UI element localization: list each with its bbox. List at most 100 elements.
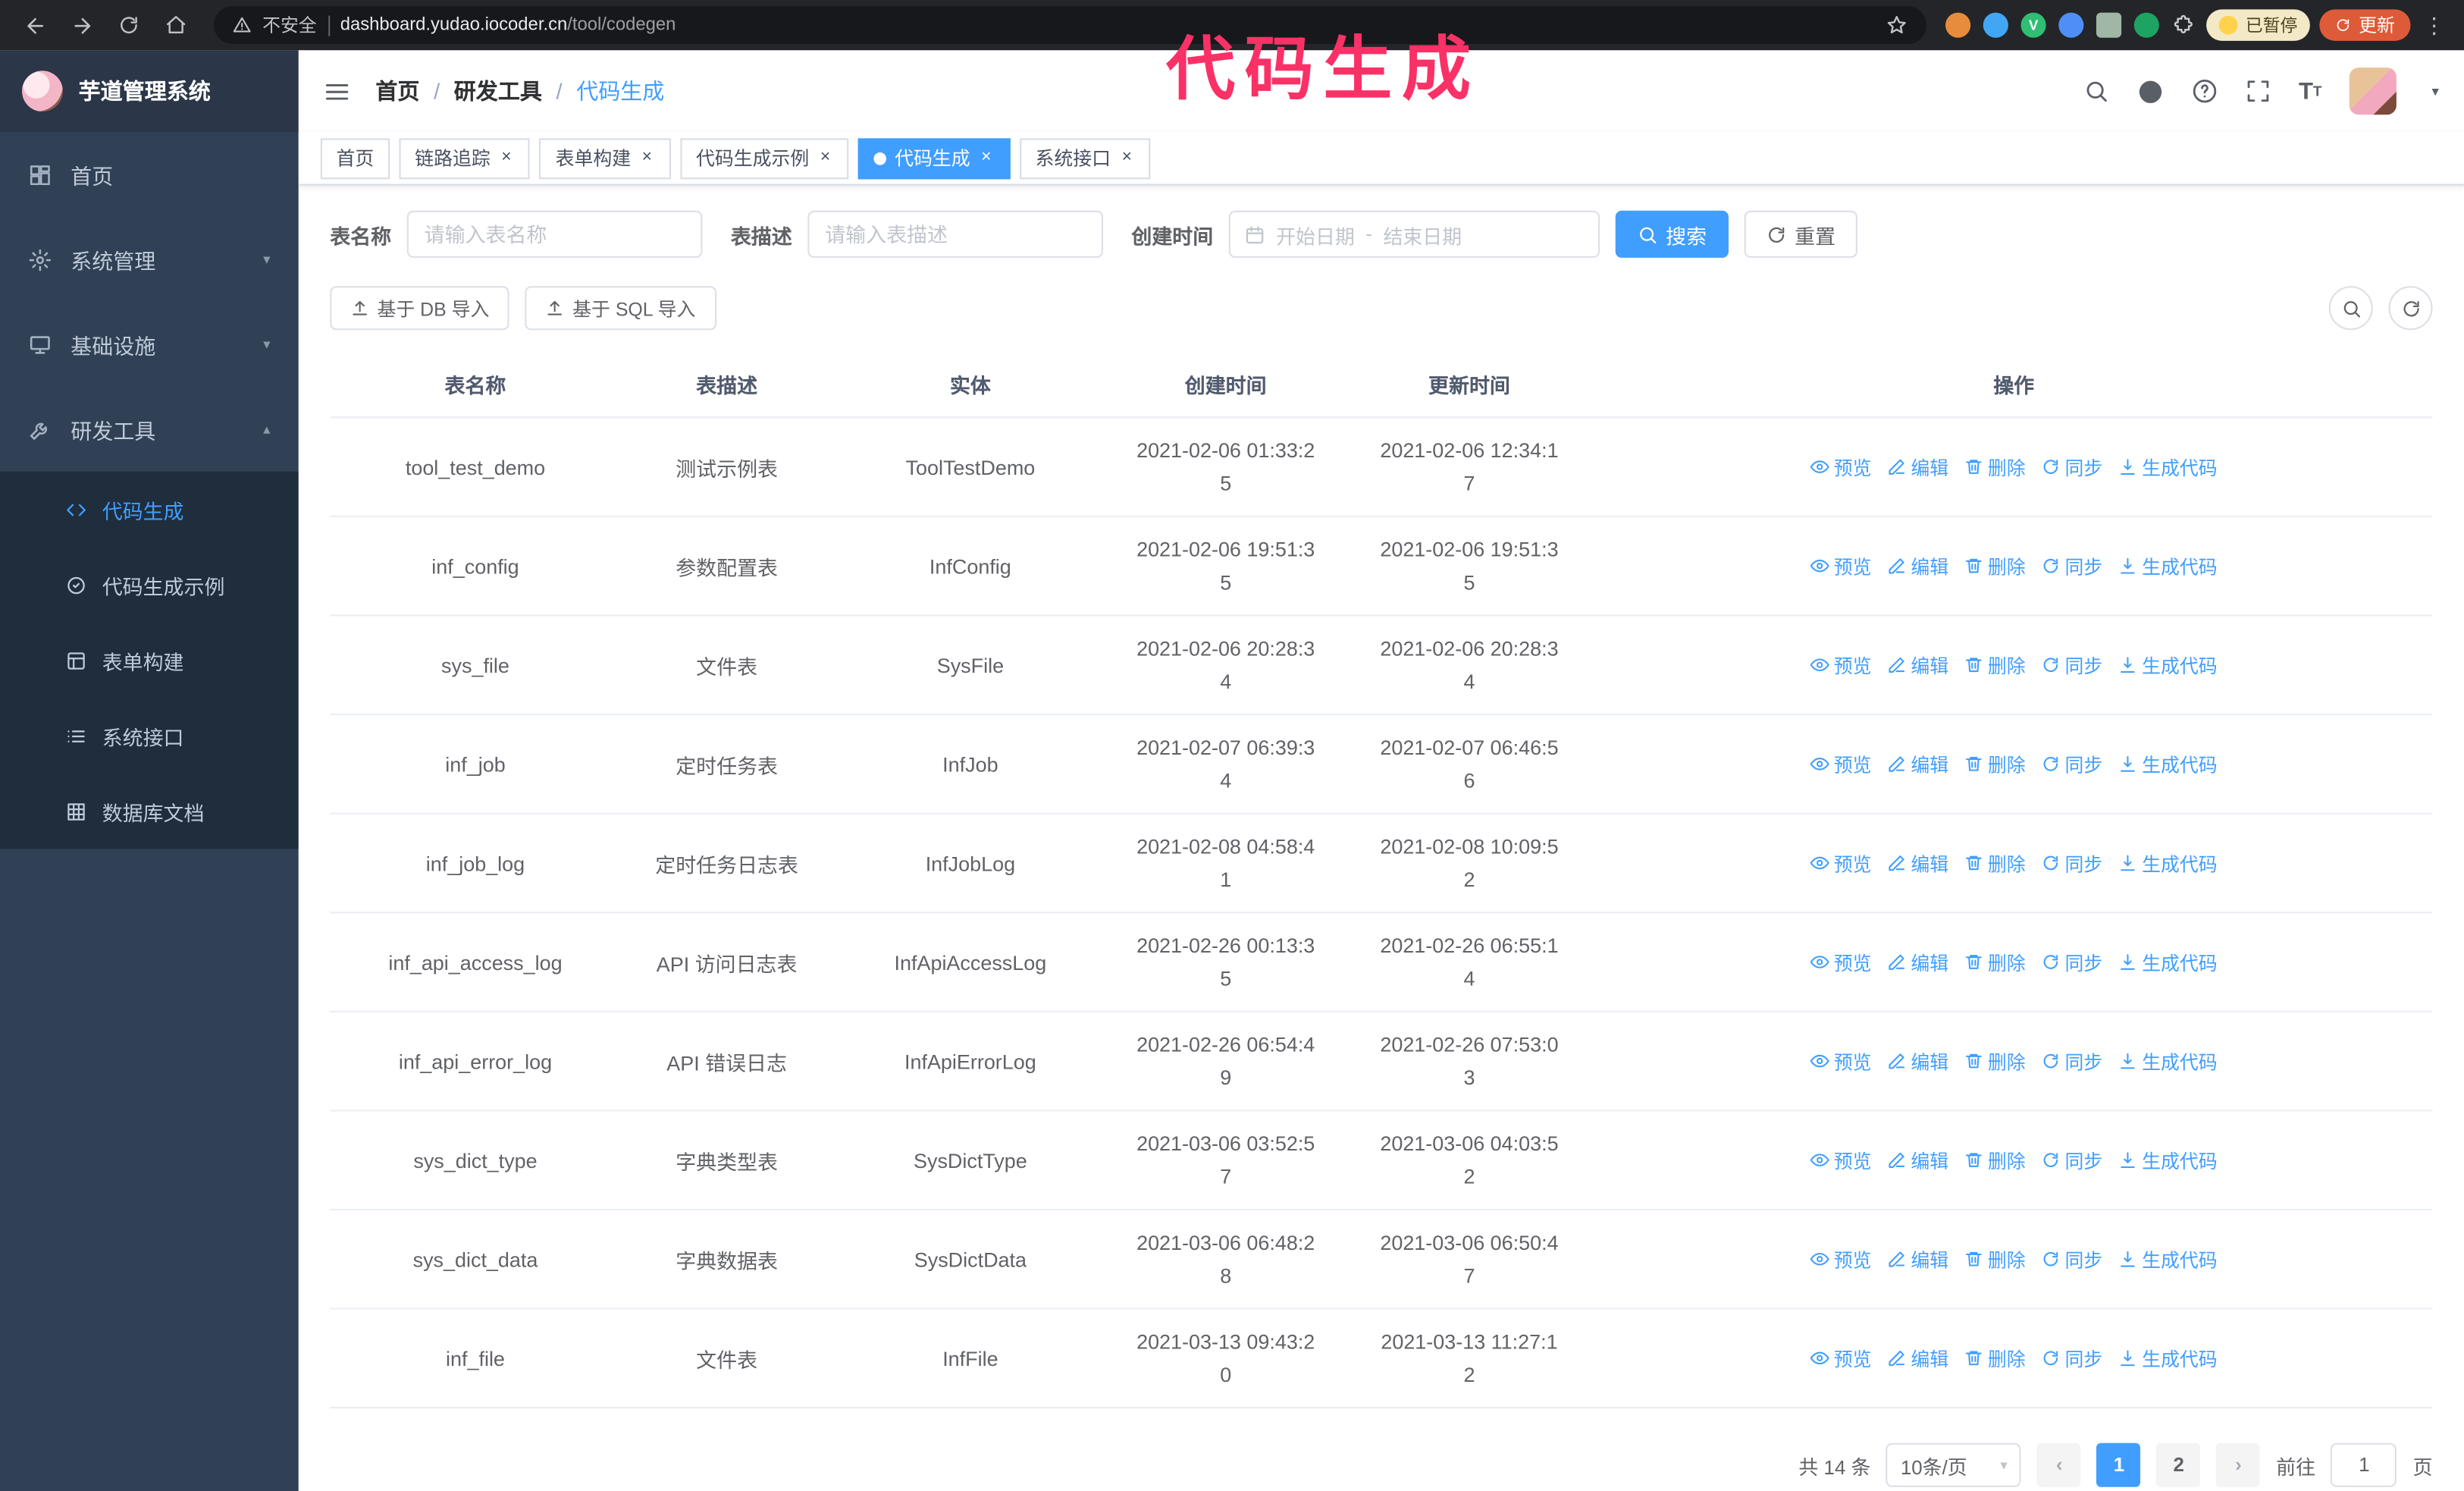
extension-icon-1[interactable] [1945,12,1971,38]
extension-icon-6[interactable] [2133,12,2159,38]
table-name-input[interactable] [406,210,703,258]
edit-link[interactable]: 编辑 [1887,454,1948,480]
header-search-icon[interactable] [2083,79,2108,104]
page-button-2[interactable]: 2 [2156,1442,2201,1487]
delete-link[interactable]: 删除 [1964,553,2026,579]
delete-link[interactable]: 删除 [1964,1345,2026,1371]
sync-link[interactable]: 同步 [2041,553,2102,579]
avatar-caret-icon[interactable]: ▾ [2431,83,2438,100]
sync-link[interactable]: 同步 [2041,1147,2102,1173]
generate-code-link[interactable]: 生成代码 [2118,949,2218,975]
sync-link[interactable]: 同步 [2041,1047,2102,1074]
extension-icon-3[interactable]: V [2020,12,2046,38]
tab-tracing[interactable]: 链路追踪 × [399,137,531,179]
preview-link[interactable]: 预览 [1810,1147,1872,1173]
sync-link[interactable]: 同步 [2041,651,2102,678]
tab-codegen-example[interactable]: 代码生成示例 × [680,137,850,179]
search-button[interactable]: 搜索 [1615,210,1729,258]
generate-code-link[interactable]: 生成代码 [2118,1147,2218,1173]
edit-link[interactable]: 编辑 [1887,1047,1948,1074]
sync-link[interactable]: 同步 [2041,849,2102,876]
edit-link[interactable]: 编辑 [1887,1147,1948,1173]
generate-code-link[interactable]: 生成代码 [2118,1345,2218,1371]
sync-link[interactable]: 同步 [2041,1345,2102,1371]
page-size-select[interactable]: 10条/页 ▾ [1886,1442,2022,1487]
edit-link[interactable]: 编辑 [1887,1246,1948,1273]
preview-link[interactable]: 预览 [1810,1345,1872,1371]
github-icon[interactable] [2136,78,2163,105]
browser-home-icon[interactable] [157,6,195,44]
next-page-button[interactable]: › [2216,1442,2261,1487]
edit-link[interactable]: 编辑 [1887,949,1948,975]
goto-page-input[interactable] [2331,1442,2397,1487]
preview-link[interactable]: 预览 [1810,849,1872,876]
import-sql-button[interactable]: 基于 SQL 导入 [525,286,716,331]
generate-code-link[interactable]: 生成代码 [2118,651,2218,678]
generate-code-link[interactable]: 生成代码 [2118,1246,2218,1273]
tab-system-api[interactable]: 系统接口 × [1019,137,1151,179]
edit-link[interactable]: 编辑 [1887,553,1948,579]
sync-link[interactable]: 同步 [2041,1246,2102,1273]
edit-link[interactable]: 编辑 [1887,651,1948,678]
sidebar-item-infrastructure[interactable]: 基础设施 ▾ [0,302,299,387]
close-icon[interactable]: × [498,148,515,168]
refresh-table-button[interactable] [2388,286,2433,331]
preview-link[interactable]: 预览 [1810,1246,1872,1273]
address-bar[interactable]: 不安全 dashboard.yudao.iocoder.cn/tool/code… [213,6,1927,45]
breadcrumb-dev-tools[interactable]: 研发工具 [454,75,542,106]
sync-link[interactable]: 同步 [2041,949,2102,975]
generate-code-link[interactable]: 生成代码 [2118,1047,2218,1074]
delete-link[interactable]: 删除 [1964,1047,2026,1074]
delete-link[interactable]: 删除 [1964,849,2026,876]
page-button-1[interactable]: 1 [2096,1442,2141,1487]
close-icon[interactable]: × [639,148,656,168]
font-size-icon[interactable]: TT [2299,80,2321,103]
chrome-menu-icon[interactable]: ⋮ [2420,12,2448,39]
user-avatar[interactable] [2350,67,2397,115]
close-icon[interactable]: × [978,148,995,168]
close-icon[interactable]: × [1118,148,1135,168]
delete-link[interactable]: 删除 [1964,949,2026,975]
breadcrumb-home[interactable]: 首页 [375,75,419,106]
browser-back-icon[interactable] [16,6,54,44]
sync-link[interactable]: 同步 [2041,454,2102,480]
sidebar-logo[interactable]: 芋道管理系统 [0,50,299,133]
toggle-search-button[interactable] [2328,286,2373,331]
tab-codegen[interactable]: 代码生成 × [858,137,1011,179]
edit-link[interactable]: 编辑 [1887,1345,1948,1371]
fullscreen-icon[interactable] [2245,79,2270,104]
import-db-button[interactable]: 基于 DB 导入 [330,286,510,331]
chrome-update-button[interactable]: 更新 [2319,9,2411,41]
reset-button[interactable]: 重置 [1744,210,1858,258]
preview-link[interactable]: 预览 [1810,1047,1872,1074]
bookmark-star-icon[interactable] [1886,14,1908,36]
generate-code-link[interactable]: 生成代码 [2118,751,2218,777]
preview-link[interactable]: 预览 [1810,454,1872,480]
sidebar-item-system-management[interactable]: 系统管理 ▾ [0,217,299,302]
extensions-puzzle-icon[interactable] [2171,13,2196,38]
sidebar-item-codegen[interactable]: 代码生成 [0,472,299,547]
prev-page-button[interactable]: ‹ [2037,1442,2082,1487]
sidebar-item-dev-tools[interactable]: 研发工具 ▴ [0,387,299,472]
sidebar-item-form-builder[interactable]: 表单构建 [0,623,299,698]
preview-link[interactable]: 预览 [1810,751,1872,777]
date-range-picker[interactable]: 开始日期 - 结束日期 [1228,210,1600,258]
table-desc-input[interactable] [807,210,1104,258]
edit-link[interactable]: 编辑 [1887,751,1948,777]
preview-link[interactable]: 预览 [1810,651,1872,678]
generate-code-link[interactable]: 生成代码 [2118,553,2218,579]
sidebar-item-home[interactable]: 首页 [0,132,299,217]
delete-link[interactable]: 删除 [1964,751,2026,777]
close-icon[interactable]: × [817,148,834,168]
edit-link[interactable]: 编辑 [1887,849,1948,876]
help-icon[interactable] [2192,79,2217,104]
tab-form-builder[interactable]: 表单构建 × [539,137,671,179]
sidebar-fold-icon[interactable] [324,78,350,105]
delete-link[interactable]: 删除 [1964,454,2026,480]
sync-link[interactable]: 同步 [2041,751,2102,777]
delete-link[interactable]: 删除 [1964,1246,2026,1273]
generate-code-link[interactable]: 生成代码 [2118,454,2218,480]
extension-icon-5[interactable] [2096,12,2122,38]
browser-forward-icon[interactable] [63,6,101,44]
sidebar-item-db-doc[interactable]: 数据库文档 [0,774,299,849]
